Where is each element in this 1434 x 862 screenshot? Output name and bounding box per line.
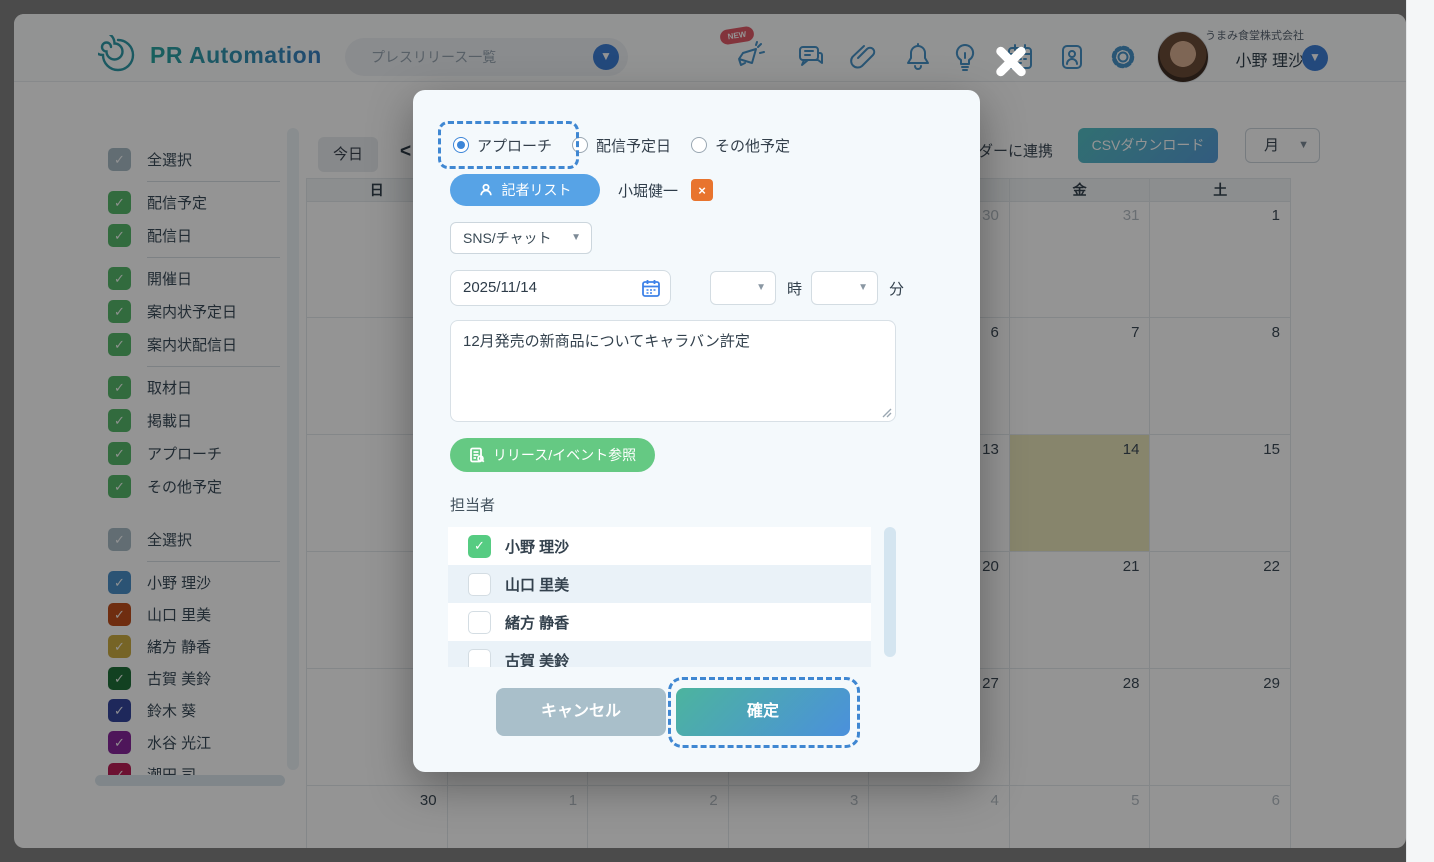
reporter-row: 記者リスト 小堀健一 × <box>450 174 713 206</box>
radio-approach[interactable]: アプローチ <box>453 135 552 156</box>
remove-reporter-button[interactable]: × <box>691 179 713 201</box>
event-edit-modal: アプローチ 配信予定日 その他予定 記者リスト 小堀健一 × SNS/チャット … <box>413 90 980 772</box>
channel-select-value: SNS/チャット <box>463 223 552 253</box>
reporter-name: 小堀健一 <box>618 180 678 201</box>
staff-name: 小野 理沙 <box>505 536 569 557</box>
radio-icon <box>572 137 588 153</box>
channel-select[interactable]: SNS/チャット ▼ <box>450 222 592 254</box>
date-input[interactable]: 2025/11/14 <box>450 270 671 306</box>
minute-suffix-label: 分 <box>889 278 904 299</box>
staff-row[interactable]: 緒方 静香 <box>448 603 871 641</box>
cancel-button[interactable]: キャンセル <box>496 688 666 736</box>
browser-scrollbar[interactable] <box>1406 0 1434 862</box>
staff-row[interactable]: 古賀 美鈴 <box>448 641 871 667</box>
memo-text: 12月発売の新商品についてキャラバン許定 <box>463 333 750 350</box>
document-search-icon <box>469 447 485 463</box>
hour-suffix-label: 時 <box>787 278 802 299</box>
event-type-radio-group: アプローチ 配信予定日 その他予定 <box>453 131 810 159</box>
hour-select[interactable]: ▼ <box>710 271 776 305</box>
checkbox-icon[interactable] <box>468 611 491 634</box>
staff-name: 山口 里美 <box>505 574 569 595</box>
radio-other-schedule[interactable]: その他予定 <box>691 135 790 156</box>
modal-close-icon[interactable] <box>992 42 1030 80</box>
minute-select[interactable]: ▼ <box>811 271 878 305</box>
radio-icon <box>691 137 707 153</box>
checkbox-icon[interactable] <box>468 649 491 668</box>
release-event-reference-button[interactable]: リリース/イベント参照 <box>450 438 655 472</box>
memo-textarea[interactable]: 12月発売の新商品についてキャラバン許定 <box>450 320 896 422</box>
radio-selected-icon <box>453 137 469 153</box>
staff-checkbox-list: 小野 理沙山口 里美緒方 静香古賀 美鈴 <box>448 527 871 667</box>
calendar-icon[interactable] <box>641 278 661 298</box>
staff-name: 緒方 静香 <box>505 612 569 633</box>
radio-delivery-date[interactable]: 配信予定日 <box>572 135 671 156</box>
staff-label: 担当者 <box>450 494 495 515</box>
staff-list-scrollbar[interactable] <box>884 527 896 657</box>
close-icon: × <box>698 183 706 198</box>
staff-row[interactable]: 山口 里美 <box>448 565 871 603</box>
staff-name: 古賀 美鈴 <box>505 650 569 668</box>
chevron-down-icon: ▼ <box>571 223 581 253</box>
date-value: 2025/11/14 <box>463 271 537 305</box>
person-icon <box>479 183 493 197</box>
reporter-list-button[interactable]: 記者リスト <box>450 174 600 206</box>
chevron-down-icon: ▼ <box>756 272 766 304</box>
confirm-button[interactable]: 確定 <box>676 688 850 736</box>
checkbox-checked-icon[interactable] <box>468 535 491 558</box>
checkbox-icon[interactable] <box>468 573 491 596</box>
resize-handle-icon[interactable] <box>882 408 892 418</box>
chevron-down-icon: ▼ <box>858 272 868 304</box>
staff-row[interactable]: 小野 理沙 <box>448 527 871 565</box>
